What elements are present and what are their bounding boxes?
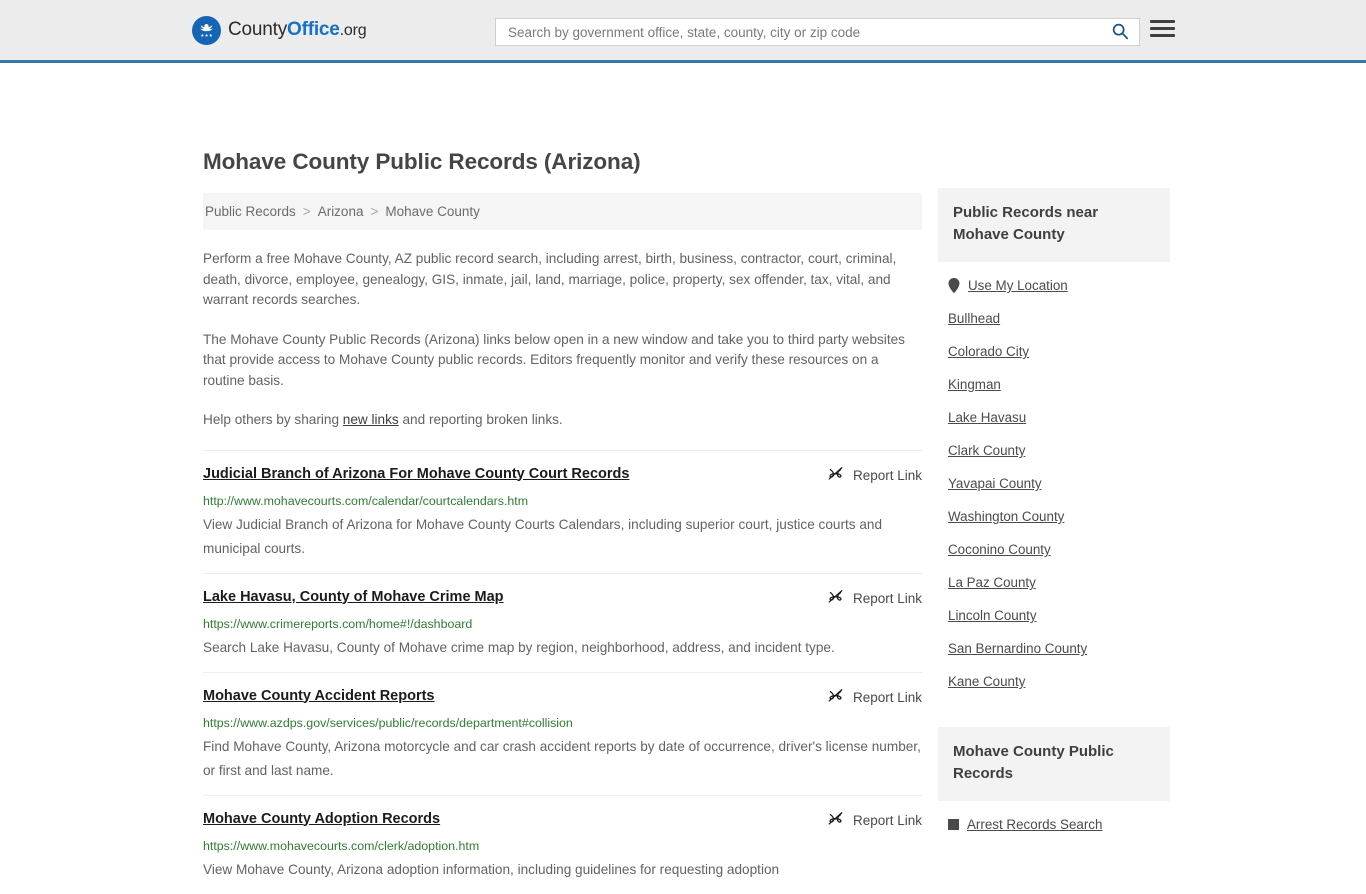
sidebar-link[interactable]: Arrest Records Search bbox=[967, 817, 1102, 832]
record-description: View Judicial Branch of Arizona for Moha… bbox=[203, 516, 883, 556]
record-header: Lake Havasu, County of Mohave Crime Map … bbox=[203, 587, 922, 610]
square-bullet-icon bbox=[948, 819, 959, 830]
report-link-button[interactable]: Report Link bbox=[827, 809, 922, 832]
sidebar-item-colorado-city[interactable]: Colorado City bbox=[938, 334, 1170, 367]
main-content: Mohave County Public Records (Arizona) P… bbox=[203, 149, 922, 894]
breadcrumb-separator-2: > bbox=[370, 204, 379, 219]
sidebar-nearby-heading: Public Records near Mohave County bbox=[938, 188, 1170, 262]
record-item: Mohave County Adoption Records Report Li… bbox=[203, 794, 922, 894]
sidebar-item-use-my-location[interactable]: Use My Location bbox=[938, 262, 1170, 301]
broken-link-icon bbox=[827, 588, 844, 610]
breadcrumb-item-mohave-county: Mohave County bbox=[385, 204, 480, 219]
sidebar-link[interactable]: Kingman bbox=[948, 377, 1001, 392]
sidebar-item-clark-county[interactable]: Clark County bbox=[938, 433, 1170, 466]
sidebar-item-coconino-county[interactable]: Coconino County bbox=[938, 532, 1170, 565]
sidebar-link[interactable]: La Paz County bbox=[948, 575, 1036, 590]
use-my-location-link[interactable]: Use My Location bbox=[968, 278, 1068, 293]
record-title-link[interactable]: Judicial Branch of Arizona For Mohave Co… bbox=[203, 464, 629, 484]
report-link-label: Report Link bbox=[852, 813, 922, 828]
menu-bar-1 bbox=[1150, 20, 1175, 23]
logo-text-county: County bbox=[228, 19, 288, 40]
record-url[interactable]: https://www.azdps.gov/services/public/re… bbox=[203, 715, 922, 731]
eagle-seal-icon bbox=[192, 15, 221, 45]
record-title-link[interactable]: Lake Havasu, County of Mohave Crime Map bbox=[203, 587, 504, 607]
record-url[interactable]: https://www.crimereports.com/home#!/dash… bbox=[203, 616, 922, 632]
record-description: View Mohave County, Arizona adoption inf… bbox=[203, 861, 780, 877]
sidebar-item-arrest-records-search[interactable]: Arrest Records Search bbox=[938, 801, 1170, 840]
sidebar-link[interactable]: Clark County bbox=[948, 443, 1025, 458]
record-item: Judicial Branch of Arizona For Mohave Co… bbox=[203, 449, 922, 573]
sidebar-item-san-bernardino-county[interactable]: San Bernardino County bbox=[938, 631, 1170, 664]
search-button[interactable] bbox=[1109, 22, 1131, 43]
help-paragraph: Help others by sharing new links and rep… bbox=[203, 410, 922, 431]
sidebar-nearby-list: Use My Location Bullhead Colorado City K… bbox=[938, 262, 1170, 697]
record-description: Find Mohave County, Arizona motorcycle a… bbox=[203, 738, 921, 778]
help-prefix: Help others by sharing bbox=[203, 412, 343, 427]
sidebar-link[interactable]: Yavapai County bbox=[948, 476, 1042, 491]
sidebar-county-records-list: Arrest Records Search bbox=[938, 801, 1170, 840]
intro-paragraph-2: The Mohave County Public Records (Arizon… bbox=[203, 331, 905, 388]
page-title: Mohave County Public Records (Arizona) bbox=[203, 149, 641, 174]
broken-link-icon bbox=[827, 465, 844, 487]
sidebar-item-bullhead[interactable]: Bullhead bbox=[938, 301, 1170, 334]
sidebar-county-records-heading: Mohave County Public Records bbox=[938, 727, 1170, 801]
menu-bar-3 bbox=[1150, 34, 1175, 37]
broken-link-icon bbox=[827, 810, 844, 832]
record-header: Mohave County Accident Reports Report Li… bbox=[203, 686, 922, 709]
report-link-label: Report Link bbox=[852, 690, 922, 705]
search-icon bbox=[1111, 22, 1129, 43]
broken-link-icon bbox=[827, 687, 844, 709]
search-box[interactable] bbox=[495, 18, 1140, 46]
sidebar-item-yavapai-county[interactable]: Yavapai County bbox=[938, 466, 1170, 499]
report-link-label: Report Link bbox=[852, 591, 922, 606]
record-header: Mohave County Adoption Records Report Li… bbox=[203, 809, 922, 832]
report-link-button[interactable]: Report Link bbox=[827, 587, 922, 610]
intro-paragraph-1: Perform a free Mohave County, AZ public … bbox=[203, 251, 897, 307]
sidebar-item-washington-county[interactable]: Washington County bbox=[938, 499, 1170, 532]
record-description: Search Lake Havasu, County of Mohave cri… bbox=[203, 639, 835, 655]
sidebar-link[interactable]: Lincoln County bbox=[948, 608, 1037, 623]
report-link-label: Report Link bbox=[852, 468, 922, 483]
sidebar-link[interactable]: Lake Havasu bbox=[948, 410, 1026, 425]
sidebar-link[interactable]: Bullhead bbox=[948, 311, 1000, 326]
record-url[interactable]: https://www.mohavecourts.com/clerk/adopt… bbox=[203, 838, 922, 854]
map-pin-icon bbox=[948, 278, 960, 293]
report-link-button[interactable]: Report Link bbox=[827, 686, 922, 709]
site-header: CountyOffice.org bbox=[0, 0, 1366, 63]
hamburger-menu-icon[interactable] bbox=[1150, 20, 1175, 37]
record-item: Lake Havasu, County of Mohave Crime Map … bbox=[203, 572, 922, 672]
sidebar: Public Records near Mohave County Use My… bbox=[938, 188, 1170, 840]
record-item: Mohave County Accident Reports Report Li… bbox=[203, 671, 922, 795]
breadcrumb-separator-1: > bbox=[302, 204, 311, 219]
new-links-link[interactable]: new links bbox=[343, 412, 399, 427]
sidebar-item-kingman[interactable]: Kingman bbox=[938, 367, 1170, 400]
sidebar-item-kane-county[interactable]: Kane County bbox=[938, 664, 1170, 697]
menu-bar-2 bbox=[1150, 27, 1175, 30]
search-input[interactable] bbox=[506, 19, 1109, 45]
record-header: Judicial Branch of Arizona For Mohave Co… bbox=[203, 464, 922, 487]
breadcrumb: Public Records > Arizona > Mohave County bbox=[203, 193, 922, 230]
site-logo-text: CountyOffice.org bbox=[228, 19, 367, 41]
sidebar-link[interactable]: Washington County bbox=[948, 509, 1064, 524]
breadcrumb-item-arizona[interactable]: Arizona bbox=[318, 204, 364, 219]
record-title-link[interactable]: Mohave County Adoption Records bbox=[203, 809, 440, 829]
breadcrumb-item-public-records[interactable]: Public Records bbox=[205, 204, 296, 219]
search-area bbox=[495, 18, 1140, 46]
sidebar-link[interactable]: San Bernardino County bbox=[948, 641, 1087, 656]
sidebar-link[interactable]: Coconino County bbox=[948, 542, 1051, 557]
site-logo[interactable]: CountyOffice.org bbox=[192, 15, 367, 45]
record-url[interactable]: http://www.mohavecourts.com/calendar/cou… bbox=[203, 493, 922, 509]
logo-text-office: Office bbox=[287, 19, 340, 40]
sidebar-item-la-paz-county[interactable]: La Paz County bbox=[938, 565, 1170, 598]
sidebar-link[interactable]: Colorado City bbox=[948, 344, 1029, 359]
sidebar-item-lincoln-county[interactable]: Lincoln County bbox=[938, 598, 1170, 631]
logo-text-org: .org bbox=[339, 22, 367, 39]
sidebar-link[interactable]: Kane County bbox=[948, 674, 1025, 689]
record-title-link[interactable]: Mohave County Accident Reports bbox=[203, 686, 435, 706]
sidebar-item-lake-havasu[interactable]: Lake Havasu bbox=[938, 400, 1170, 433]
report-link-button[interactable]: Report Link bbox=[827, 464, 922, 487]
help-suffix: and reporting broken links. bbox=[398, 412, 563, 427]
